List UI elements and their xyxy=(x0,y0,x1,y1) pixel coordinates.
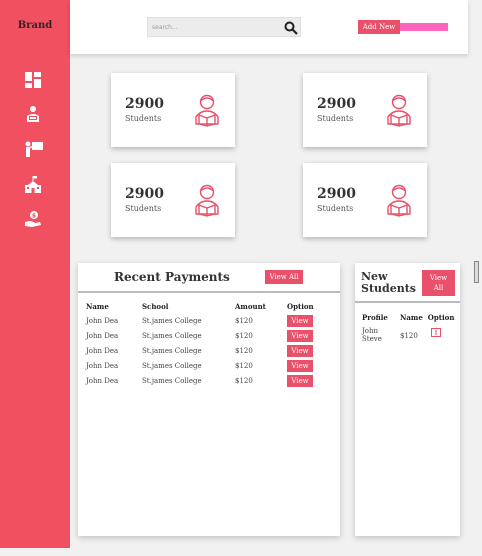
table-row: John Dea St.james College $120 View xyxy=(86,358,327,373)
stat-label: Students xyxy=(317,114,354,123)
panel-title-line: Students xyxy=(361,282,416,295)
payment-name: John Dea xyxy=(86,316,119,325)
payment-amount: $120 xyxy=(235,346,253,355)
button-label-line: All xyxy=(433,284,444,292)
column-header: Amount xyxy=(235,302,266,311)
student-option-icon[interactable] xyxy=(430,328,441,337)
payment-school: St.james College xyxy=(142,316,202,325)
payment-school: St.james College xyxy=(142,331,202,340)
payment-name: John Dea xyxy=(86,376,119,385)
student-name-line: John xyxy=(362,327,379,335)
stat-number: 2900 xyxy=(317,96,356,112)
new-students-panel: New Students View All Profile Name Optio… xyxy=(355,263,460,536)
table-row: John Dea St.james College $120 View xyxy=(86,373,327,388)
add-new-accent-bar xyxy=(400,23,448,31)
student-icon xyxy=(193,93,221,127)
view-button[interactable]: View xyxy=(287,374,313,387)
stat-card: 2900 Students xyxy=(111,73,235,147)
school-building-icon[interactable] xyxy=(24,176,44,196)
button-label-line: View xyxy=(429,274,448,282)
payment-name: John Dea xyxy=(86,331,119,340)
view-button[interactable]: View xyxy=(287,314,313,327)
table-row: John Dea St.james College $120 View xyxy=(86,328,327,343)
recent-payments-panel: Recent Payments View All Name School Amo… xyxy=(78,263,340,536)
student-icon xyxy=(385,93,413,127)
dashboard-icon[interactable] xyxy=(24,71,44,91)
view-all-students-button[interactable]: View All xyxy=(422,270,455,296)
student-icon xyxy=(385,183,413,217)
stat-number: 2900 xyxy=(125,96,164,112)
panel-header: Recent Payments View All xyxy=(78,263,340,293)
new-students-table: Profile Name Option John Steve $120 xyxy=(362,313,459,343)
column-header: Option xyxy=(287,302,314,311)
stat-number: 2900 xyxy=(125,186,164,202)
table-row: John Steve $120 xyxy=(362,327,459,343)
stat-number: 2900 xyxy=(317,186,356,202)
student-amount: $120 xyxy=(400,332,418,340)
stat-label: Students xyxy=(317,204,354,213)
column-header: Profile xyxy=(362,313,388,322)
teacher-board-icon[interactable] xyxy=(24,140,44,160)
table-header-row: Name School Amount Option xyxy=(86,300,327,313)
panel-title: Recent Payments xyxy=(114,270,230,284)
panel-header: New Students View All xyxy=(355,263,460,303)
view-button[interactable]: View xyxy=(287,344,313,357)
panel-title: New Students xyxy=(361,271,416,295)
add-new-button[interactable]: Add New xyxy=(358,20,400,34)
payment-name: John Dea xyxy=(86,361,119,370)
stat-card: 2900 Students xyxy=(303,163,427,237)
top-bar: Add New xyxy=(70,0,468,54)
payment-amount: $120 xyxy=(235,331,253,340)
search-icon[interactable] xyxy=(284,20,298,35)
search-box xyxy=(147,17,301,37)
student-icon xyxy=(193,183,221,217)
payment-school: St.james College xyxy=(142,376,202,385)
column-header: Name xyxy=(400,313,423,322)
payment-school: St.james College xyxy=(142,346,202,355)
search-input[interactable] xyxy=(148,18,284,36)
stat-card: 2900 Students xyxy=(303,73,427,147)
table-row: John Dea St.james College $120 View xyxy=(86,343,327,358)
student-reading-icon[interactable] xyxy=(24,105,44,125)
view-all-payments-button[interactable]: View All xyxy=(265,270,303,284)
student-name-line: Steve xyxy=(362,335,382,343)
table-header-row: Profile Name Option xyxy=(362,313,459,327)
brand-logo[interactable]: Brand xyxy=(0,20,70,31)
payments-table: Name School Amount Option John Dea St.ja… xyxy=(86,300,327,388)
student-name: John Steve xyxy=(362,327,400,343)
table-row: John Dea St.james College $120 View xyxy=(86,313,327,328)
stat-card: 2900 Students xyxy=(111,163,235,237)
scrollbar-handle[interactable] xyxy=(474,261,479,283)
payment-school: St.james College xyxy=(142,361,202,370)
payment-hand-icon[interactable]: $ xyxy=(24,210,44,230)
view-button[interactable]: View xyxy=(287,329,313,342)
column-header: School xyxy=(142,302,169,311)
view-button[interactable]: View xyxy=(287,359,313,372)
payment-name: John Dea xyxy=(86,346,119,355)
sidebar: Brand $ xyxy=(0,0,70,548)
column-header: Option xyxy=(427,313,455,322)
svg-text:$: $ xyxy=(32,213,36,220)
payment-amount: $120 xyxy=(235,376,253,385)
column-header: Name xyxy=(86,302,109,311)
stat-label: Students xyxy=(125,204,162,213)
payment-amount: $120 xyxy=(235,361,253,370)
stat-label: Students xyxy=(125,114,162,123)
payment-amount: $120 xyxy=(235,316,253,325)
